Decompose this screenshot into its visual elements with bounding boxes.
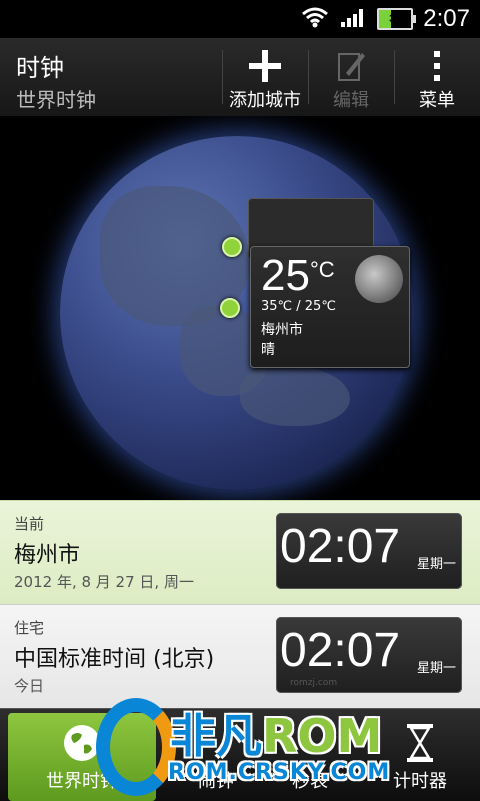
page-title: 时钟	[16, 54, 64, 82]
row-date: 2012 年, 8 月 27 日, 周一	[14, 573, 194, 591]
row-date: 今日	[14, 677, 45, 695]
menu-button[interactable]: 菜单	[394, 38, 480, 116]
globe-icon	[62, 719, 102, 767]
tab-timer-label: 计时器	[393, 771, 447, 792]
city-row-current[interactable]: 当前 梅州市 2012 年, 8 月 27 日, 周一 02:07 星期一	[0, 500, 480, 604]
digital-clock: 02:07 星期一	[276, 513, 462, 589]
temperature-unit: °C	[309, 257, 335, 282]
site-note: romzj.com	[290, 678, 338, 688]
temperature: 25°C	[261, 251, 335, 300]
temperature-range: 35℃ / 25℃	[261, 299, 336, 314]
landmass	[240, 366, 350, 426]
clock-time: 02:07	[280, 624, 401, 677]
moon-icon	[355, 255, 403, 303]
status-bar: 36 2:07	[0, 0, 480, 38]
signal-icon	[339, 6, 367, 32]
status-time: 2:07	[423, 5, 470, 32]
add-city-button[interactable]: 添加城市	[222, 38, 308, 116]
tab-timer[interactable]: 计时器	[360, 713, 480, 801]
clock-time: 02:07	[280, 520, 401, 573]
tab-world-clock-label: 世界时钟	[46, 771, 118, 792]
battery-level: 36	[389, 13, 402, 25]
edit-icon	[336, 46, 366, 86]
edit-button[interactable]: 编辑	[308, 38, 394, 116]
status-icons: 36 2:07	[301, 0, 470, 38]
globe-view[interactable]: 25°C 35℃ / 25℃ 梅州市 晴	[0, 116, 480, 500]
weather-condition: 晴	[261, 342, 275, 358]
clock-weekday: 星期一	[416, 557, 456, 572]
weather-card[interactable]: 25°C 35℃ / 25℃ 梅州市 晴	[250, 246, 410, 368]
city-row-home[interactable]: 住宅 中国标准时间 (北京) 今日 02:07 星期一	[0, 604, 480, 708]
row-label: 当前	[14, 515, 45, 533]
add-city-label: 添加城市	[229, 90, 301, 111]
clock-weekday: 星期一	[416, 661, 456, 676]
hourglass-icon	[405, 719, 435, 767]
wifi-icon	[301, 6, 329, 32]
menu-label: 菜单	[419, 90, 455, 111]
overflow-menu-icon	[432, 46, 442, 86]
row-city: 梅州市	[14, 543, 81, 568]
page-subtitle: 世界时钟	[16, 88, 96, 112]
tab-stopwatch-label: 秒表	[292, 771, 328, 792]
weather-city: 梅州市	[261, 322, 303, 338]
row-city: 中国标准时间 (北京)	[14, 647, 215, 672]
tab-alarm-label: 闹钟	[198, 771, 234, 792]
city-marker-meizhou[interactable]	[220, 298, 240, 318]
battery-icon: 36	[377, 8, 417, 30]
bottom-tab-bar: 世界时钟 闹钟 秒表 计时器	[0, 708, 480, 801]
plus-icon	[247, 46, 283, 86]
row-label: 住宅	[14, 619, 45, 637]
app-header: 时钟 世界时钟 添加城市 编辑 菜单	[0, 38, 480, 117]
tab-world-clock[interactable]: 世界时钟	[8, 713, 156, 801]
tab-stopwatch[interactable]: 秒表	[250, 713, 370, 801]
city-marker-beijing[interactable]	[222, 237, 242, 257]
edit-label: 编辑	[333, 90, 369, 111]
